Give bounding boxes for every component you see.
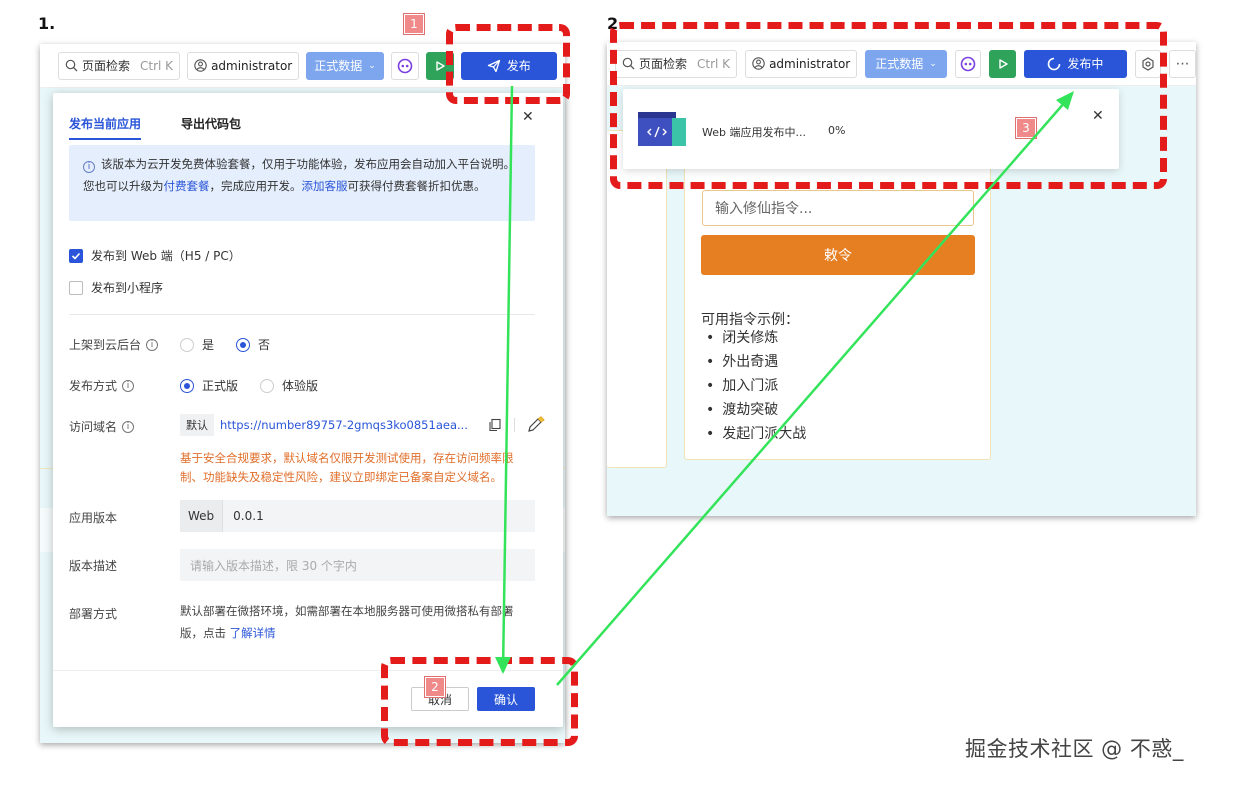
deploy-label: 部署方式 bbox=[69, 607, 118, 621]
check-icon bbox=[71, 252, 81, 260]
search-shortcut: Ctrl K bbox=[140, 58, 174, 73]
command-list: 闭关修炼 外出奇遇 加入门派 渡劫突破 发起门派大战 bbox=[706, 326, 806, 446]
default-tag: 默认 bbox=[180, 414, 214, 436]
notice-text-2: ，完成应用开发。 bbox=[209, 179, 302, 193]
list-item: 渡劫突破 bbox=[706, 398, 806, 422]
shelf-no-radio[interactable] bbox=[236, 337, 251, 352]
notice-text-3: 可获得付费套餐折扣优惠。 bbox=[347, 179, 486, 193]
mode-label-text: 发布方式 bbox=[69, 379, 118, 393]
web-checkbox[interactable] bbox=[69, 248, 83, 263]
version-prefix: Web bbox=[180, 500, 224, 532]
info-icon: i bbox=[83, 161, 95, 173]
shelf-label-text: 上架到云后台 bbox=[69, 338, 142, 352]
step-badge-1: 1 bbox=[403, 13, 425, 35]
paid-plan-link[interactable]: 付费套餐 bbox=[164, 179, 210, 193]
tab-export-code[interactable]: 导出代码包 bbox=[181, 115, 241, 140]
search-icon bbox=[65, 59, 78, 72]
deploy-text: 默认部署在微搭环境，如需部署在本地服务器可使用微搭私有部署版，点击 了解详情 bbox=[180, 600, 535, 644]
info-icon: i bbox=[146, 338, 159, 351]
version-input[interactable]: Web 0.0.1 bbox=[180, 500, 535, 532]
info-icon: i bbox=[122, 379, 135, 392]
mini-checkbox-label: 发布到小程序 bbox=[91, 281, 164, 295]
list-item: 闭关修炼 bbox=[706, 326, 806, 350]
step-badge-2: 2 bbox=[424, 676, 446, 698]
mode-official-label: 正式版 bbox=[202, 379, 239, 393]
command-submit-button[interactable]: 敕令 bbox=[701, 235, 975, 275]
close-icon[interactable]: ✕ bbox=[522, 109, 534, 125]
list-item: 外出奇遇 bbox=[706, 350, 806, 374]
annotation-box-progress bbox=[610, 22, 1167, 189]
user-menu[interactable]: administrator bbox=[187, 51, 300, 80]
list-item: 发起门派大战 bbox=[706, 422, 806, 446]
domain-url-link[interactable]: https://number89757-2gmqs3ko0851aea... bbox=[220, 418, 468, 432]
step-badge-3: 3 bbox=[1015, 117, 1037, 139]
shelf-yes-label: 是 bbox=[202, 338, 215, 352]
info-icon: i bbox=[122, 420, 135, 433]
learn-more-link[interactable]: 了解详情 bbox=[230, 626, 276, 640]
shelf-radio-group: 是 否 bbox=[180, 336, 270, 353]
env-select[interactable]: 正式数据 ⌄ bbox=[306, 51, 384, 80]
version-label: 应用版本 bbox=[69, 511, 118, 525]
copy-icon[interactable] bbox=[488, 418, 502, 432]
divider bbox=[69, 314, 535, 315]
domain-label: 访问域名 i bbox=[69, 418, 135, 435]
more-button[interactable]: ⋯ bbox=[1169, 49, 1196, 78]
user-icon bbox=[194, 59, 207, 72]
eye-icon bbox=[397, 58, 413, 73]
domain-row: 默认 https://number89757-2gmqs3ko0851aea..… bbox=[180, 414, 545, 436]
publish-dialog: 发布当前应用 导出代码包 ✕ i 该版本为云开发免费体验套餐，仅用于功能体验，发布… bbox=[53, 93, 563, 727]
mode-official-radio[interactable] bbox=[180, 378, 194, 393]
free-plan-notice: i 该版本为云开发免费体验套餐，仅用于功能体验，发布应用会自动加入平台说明。您也可… bbox=[69, 145, 535, 221]
tab-publish-current-app[interactable]: 发布当前应用 bbox=[69, 115, 142, 140]
version-value: 0.0.1 bbox=[233, 509, 264, 523]
shelf-label: 上架到云后台 i bbox=[69, 336, 159, 353]
shelf-yes-radio[interactable] bbox=[180, 337, 194, 352]
preview-eye-button[interactable] bbox=[390, 51, 419, 80]
dialog-tabs: 发布当前应用 导出代码包 bbox=[69, 115, 241, 140]
web-checkbox-label: 发布到 Web 端（H5 / PC） bbox=[91, 249, 241, 263]
edit-pencil-icon[interactable] bbox=[527, 416, 545, 434]
chevron-down-icon: ⌄ bbox=[368, 60, 376, 71]
mode-trial-radio[interactable] bbox=[260, 378, 275, 393]
step-1-label: 1. bbox=[38, 14, 56, 33]
play-icon bbox=[436, 60, 445, 71]
domain-warning: 基于安全合规要求，默认域名仅限开发测试使用，存在访问频率限制、功能缺失及稳定性风… bbox=[180, 451, 514, 484]
publish-web-checkbox-row[interactable]: 发布到 Web 端（H5 / PC） bbox=[69, 247, 241, 264]
version-desc-input[interactable]: 请输入版本描述，限 30 个字内 bbox=[180, 549, 535, 581]
page-search-box[interactable]: 页面检索 Ctrl K bbox=[58, 51, 181, 80]
annotation-box-publish bbox=[446, 24, 570, 104]
domain-label-text: 访问域名 bbox=[69, 420, 118, 434]
watermark-text: 掘金技术社区 @ 不惑_ bbox=[965, 737, 1184, 761]
mode-label: 发布方式 i bbox=[69, 377, 135, 394]
more-dots-icon: ⋯ bbox=[1175, 55, 1190, 72]
add-support-link[interactable]: 添加客服 bbox=[302, 179, 348, 193]
command-input[interactable]: 输入修仙指令... bbox=[702, 190, 974, 226]
env-label: 正式数据 bbox=[314, 59, 363, 73]
shelf-no-label: 否 bbox=[258, 338, 271, 352]
annotation-box-confirm bbox=[381, 657, 578, 746]
publish-mini-checkbox-row[interactable]: 发布到小程序 bbox=[69, 279, 163, 296]
list-item: 加入门派 bbox=[706, 374, 806, 398]
mini-program-checkbox[interactable] bbox=[69, 280, 83, 295]
mode-radio-group: 正式版 体验版 bbox=[180, 377, 318, 394]
user-name: administrator bbox=[211, 58, 293, 73]
page-search-label: 页面检索 bbox=[82, 59, 131, 73]
mode-trial-label: 体验版 bbox=[282, 379, 319, 393]
desc-label: 版本描述 bbox=[69, 559, 118, 573]
